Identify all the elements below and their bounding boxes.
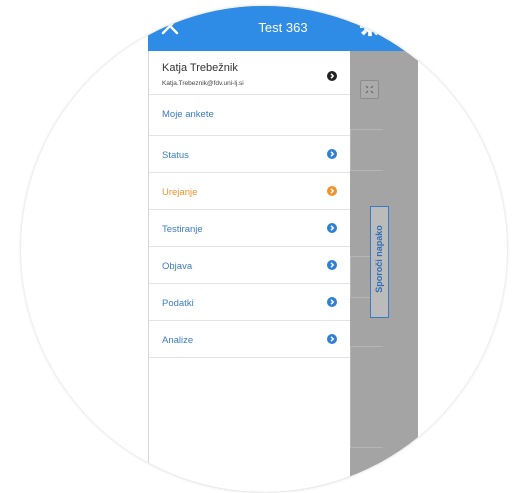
user-email: Katja.Trebeznik@fdv.uni-lj.si [162,80,244,87]
chevron-right-icon [327,260,337,273]
menu-item-label: Status [162,150,189,161]
menu-item-status[interactable]: Status [149,136,351,173]
menu-item-podatki[interactable]: Podatki [149,284,351,321]
page-overlay[interactable]: Sporoči napako [350,51,418,492]
report-error-tab[interactable]: Sporoči napako [370,206,389,318]
chevron-right-icon [327,223,337,236]
menu-item-objava[interactable]: Objava [149,247,351,284]
menu-item-label: Testiranje [162,224,203,235]
menu-item-label: Podatki [162,298,194,309]
menu-item-testiranje[interactable]: Testiranje [149,210,351,247]
app-header: Test 363 [148,6,418,51]
menu-item-moje-ankete[interactable]: Moje ankete [149,95,351,136]
navigation-drawer: Katja Trebežnik Katja.Trebeznik@fdv.uni-… [148,51,351,492]
background-card [350,129,383,171]
menu-item-urejanje[interactable]: Urejanje [149,173,351,210]
gear-icon[interactable] [359,15,381,42]
background-card [350,346,383,448]
menu-item-label: Moje ankete [162,109,214,120]
user-name: Katja Trebežnik [162,62,238,74]
chevron-right-icon [327,334,337,347]
expand-icon[interactable] [360,80,379,99]
report-error-label: Sporoči napako [374,225,384,293]
user-profile[interactable]: Katja Trebežnik Katja.Trebeznik@fdv.uni-… [149,51,351,95]
chevron-right-icon[interactable] [327,68,337,86]
chevron-right-icon [327,297,337,310]
menu-item-label: Urejanje [162,187,198,198]
device-frame: Test 363 Katja Trebežnik Katja.Trebeznik… [21,6,507,492]
chevron-right-icon [327,186,337,199]
app-screen: Test 363 Katja Trebežnik Katja.Trebeznik… [148,6,418,492]
menu-item-label: Objava [162,261,193,272]
menu-item-analize[interactable]: Analize [149,321,351,358]
menu-item-label: Analize [162,335,194,346]
chevron-right-icon [327,149,337,162]
